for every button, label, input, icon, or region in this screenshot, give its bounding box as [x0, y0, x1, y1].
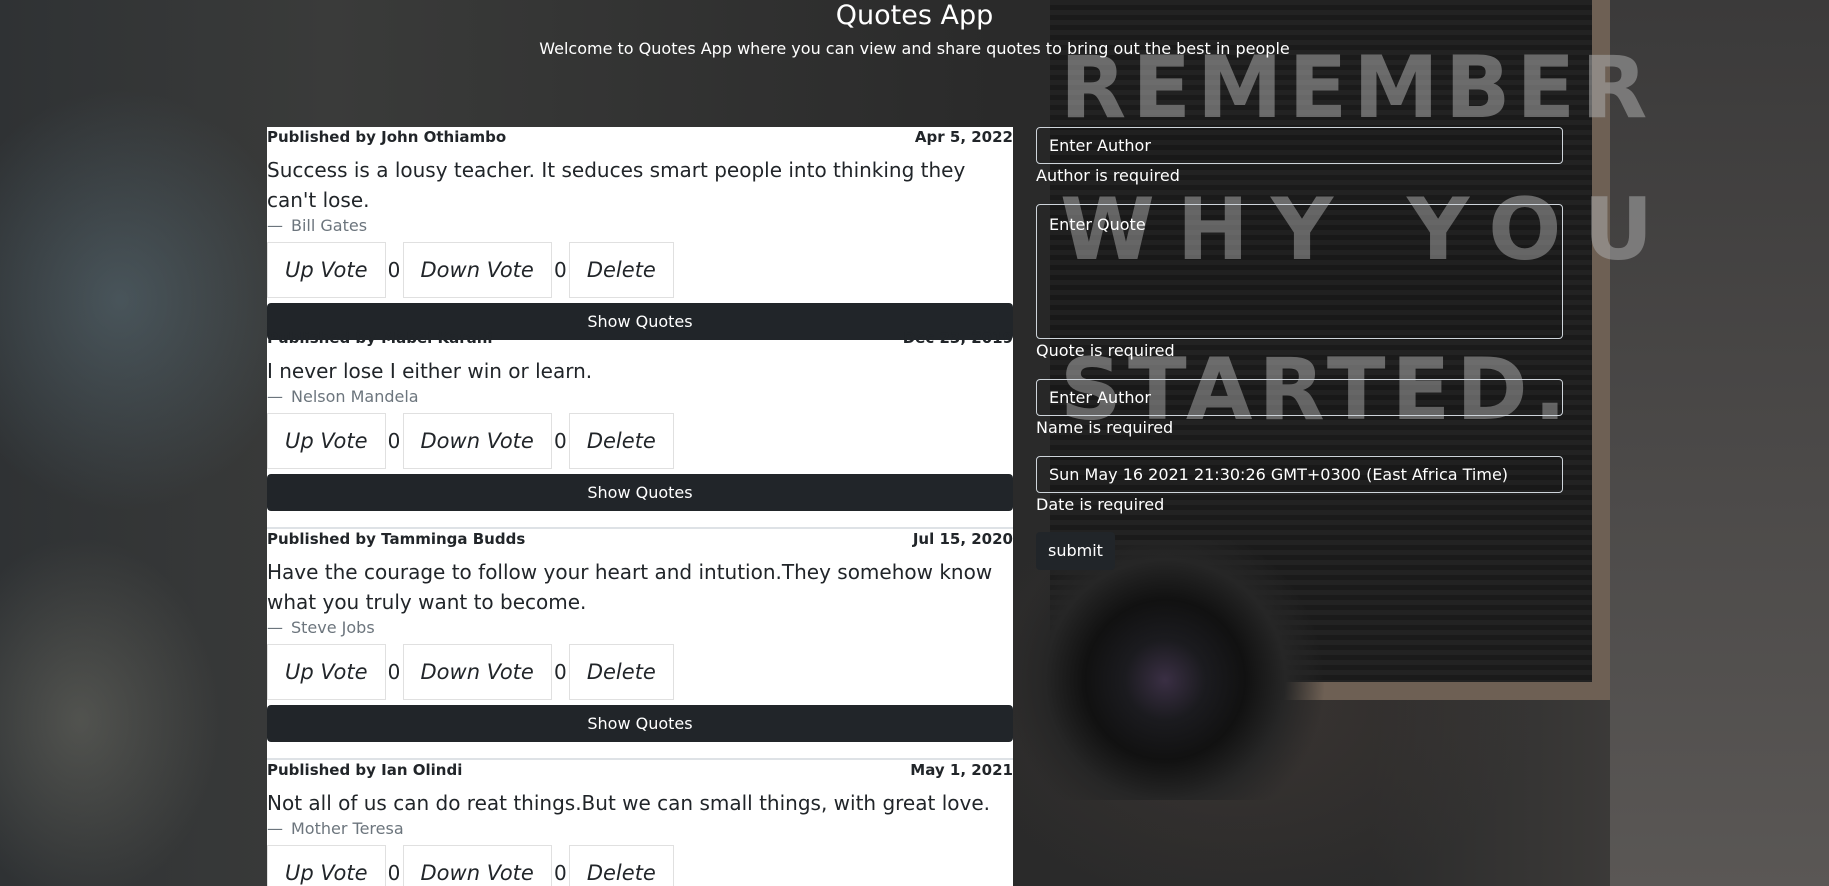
publisher-label: Published by Tamminga Budds	[267, 530, 526, 548]
quote-card-header: Published by Mabel Karani Dec 23, 2019	[267, 328, 1013, 348]
show-quotes-button[interactable]: Show Quotes	[267, 705, 1013, 742]
author-name: Steve Jobs	[291, 618, 375, 637]
show-quotes-button[interactable]: Show Quotes	[267, 474, 1013, 511]
publish-date: May 1, 2021	[910, 761, 1013, 779]
publisher-label: Published by John Othiambo	[267, 128, 507, 146]
upvote-count: 0	[387, 258, 401, 282]
quote-card-header: Published by Ian Olindi May 1, 2021	[267, 760, 1013, 780]
vote-row: Up Vote 0 Down Vote 0 Delete	[267, 643, 1013, 701]
downvote-count: 0	[553, 861, 567, 885]
upvote-button[interactable]: Up Vote	[267, 845, 386, 886]
dash-icon: —	[267, 618, 283, 637]
upvote-count: 0	[387, 660, 401, 684]
submit-button[interactable]: submit	[1036, 532, 1115, 570]
date-input[interactable]: Sun May 16 2021 21:30:26 GMT+0300 (East …	[1036, 456, 1563, 493]
delete-button[interactable]: Delete	[568, 413, 674, 469]
author-name: Nelson Mandela	[291, 387, 419, 406]
delete-button[interactable]: Delete	[568, 644, 674, 700]
delete-button[interactable]: Delete	[568, 845, 674, 886]
quote-text: I never lose I either win or learn.	[267, 359, 593, 383]
quote-text: Not all of us can do reat things.But we …	[267, 791, 990, 815]
quote-textarea[interactable]: Enter Quote	[1036, 204, 1563, 339]
upvote-button[interactable]: Up Vote	[267, 644, 386, 700]
upvote-button[interactable]: Up Vote	[267, 242, 386, 298]
dash-icon: —	[267, 819, 283, 838]
publish-date: Dec 23, 2019	[902, 329, 1013, 347]
quotes-list: Published by John Othiambo Apr 5, 2022 S…	[267, 127, 1013, 886]
quote-text: Have the courage to follow your heart an…	[267, 560, 993, 614]
add-quote-form: Enter Author Author is required Enter Qu…	[1036, 127, 1563, 570]
quote-author: — Mother Teresa	[267, 818, 1013, 840]
quote-card: Published by Mabel Karani Dec 23, 2019 I…	[267, 328, 1013, 529]
upvote-button[interactable]: Up Vote	[267, 413, 386, 469]
downvote-button[interactable]: Down Vote	[402, 644, 552, 700]
quote-card-header: Published by Tamminga Budds Jul 15, 2020	[267, 529, 1013, 549]
author-name: Bill Gates	[291, 216, 368, 235]
page-title: Quotes App	[835, 0, 994, 31]
quote-card: Published by Tamminga Budds Jul 15, 2020…	[267, 529, 1013, 760]
downvote-count: 0	[553, 429, 567, 453]
page-subtitle: Welcome to Quotes App where you can view…	[539, 39, 1290, 58]
downvote-button[interactable]: Down Vote	[402, 242, 552, 298]
dash-icon: —	[267, 387, 283, 406]
name-error: Name is required	[1036, 418, 1174, 437]
camera-image	[1000, 540, 1330, 800]
downvote-count: 0	[553, 258, 567, 282]
quote-error: Quote is required	[1036, 341, 1175, 360]
publisher-label: Published by Mabel Karani	[267, 329, 493, 347]
publisher-label: Published by Ian Olindi	[267, 761, 463, 779]
quote-author: — Steve Jobs	[267, 617, 1013, 639]
upvote-count: 0	[387, 429, 401, 453]
name-input[interactable]: Enter Author	[1036, 379, 1563, 416]
quote-card: Published by Ian Olindi May 1, 2021 Not …	[267, 760, 1013, 886]
upvote-count: 0	[387, 861, 401, 885]
author-error: Author is required	[1036, 166, 1180, 185]
quote-author: — Bill Gates	[267, 215, 1013, 237]
publish-date: Jul 15, 2020	[912, 530, 1013, 548]
dash-icon: —	[267, 216, 283, 235]
downvote-button[interactable]: Down Vote	[402, 845, 552, 886]
vote-row: Up Vote 0 Down Vote 0 Delete	[267, 412, 1013, 470]
vote-row: Up Vote 0 Down Vote 0 Delete	[267, 844, 1013, 886]
quote-author: — Nelson Mandela	[267, 386, 1013, 408]
quote-card-header: Published by John Othiambo Apr 5, 2022	[267, 127, 1013, 147]
date-error: Date is required	[1036, 495, 1165, 514]
downvote-button[interactable]: Down Vote	[402, 413, 552, 469]
publish-date: Apr 5, 2022	[914, 128, 1013, 146]
downvote-count: 0	[553, 660, 567, 684]
delete-button[interactable]: Delete	[568, 242, 674, 298]
vote-row: Up Vote 0 Down Vote 0 Delete	[267, 241, 1013, 299]
author-input[interactable]: Enter Author	[1036, 127, 1563, 164]
quote-text: Success is a lousy teacher. It seduces s…	[267, 158, 966, 212]
page-header: Quotes App Welcome to Quotes App where y…	[0, 0, 1829, 59]
author-name: Mother Teresa	[291, 819, 404, 838]
quote-card: Published by John Othiambo Apr 5, 2022 S…	[267, 127, 1013, 340]
